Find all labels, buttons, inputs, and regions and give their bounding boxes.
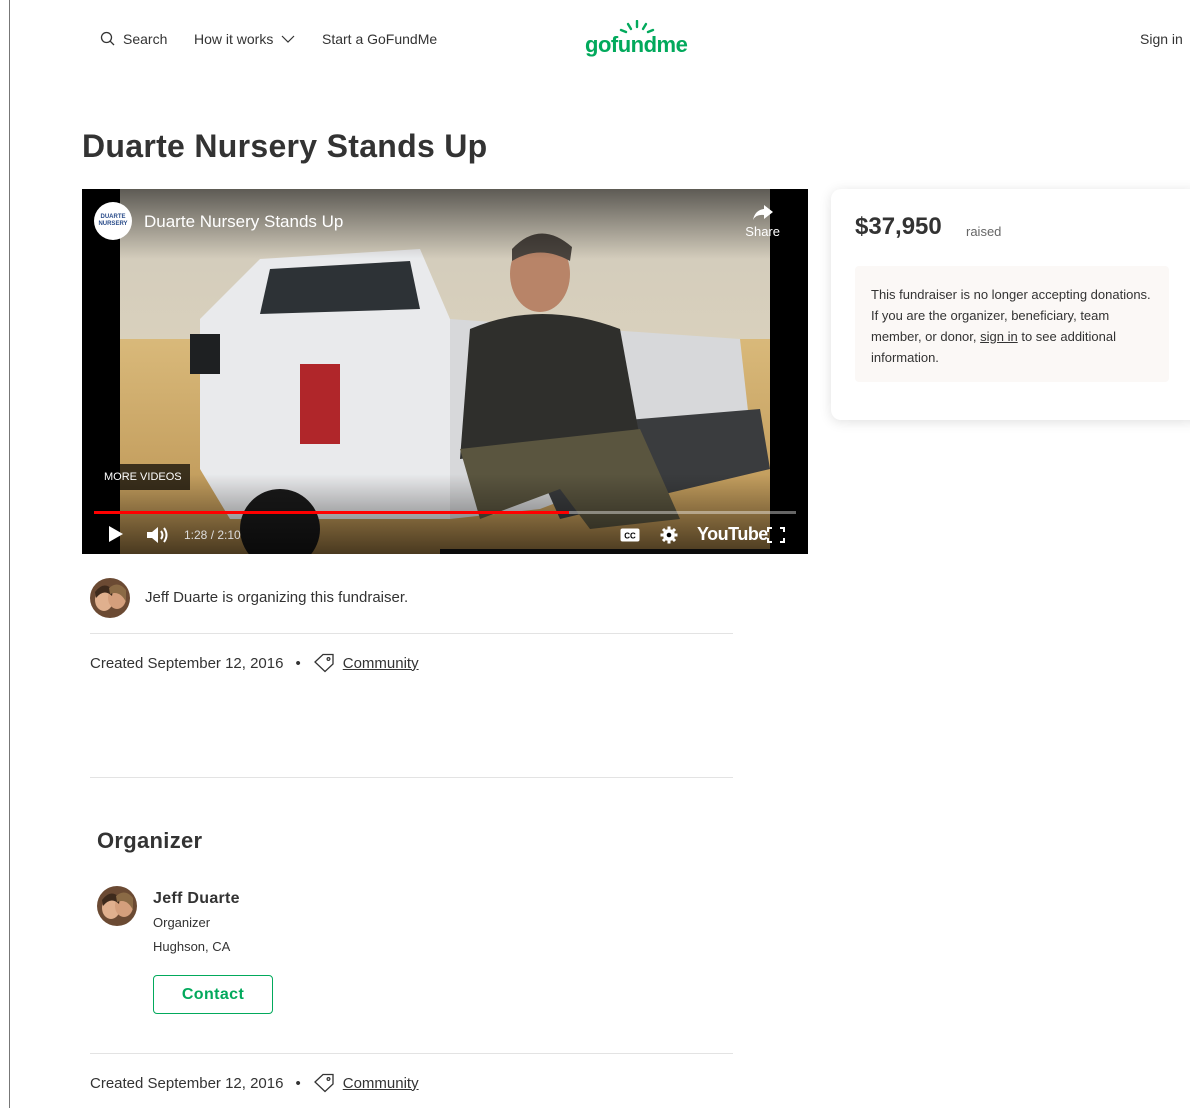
- created-date: Created September 12, 2016: [90, 654, 284, 672]
- organizer-name: Jeff Duarte: [153, 890, 240, 907]
- volume-icon[interactable]: [146, 525, 170, 545]
- channel-avatar[interactable]: DUARTE NURSERY: [94, 202, 132, 240]
- fullscreen-icon[interactable]: [767, 527, 785, 543]
- organizer-statement: Jeff Duarte is organizing this fundraise…: [145, 589, 409, 606]
- contact-button[interactable]: Contact: [153, 975, 273, 1014]
- more-videos-button[interactable]: MORE VIDEOS: [96, 464, 190, 490]
- share-button[interactable]: Share: [745, 203, 780, 239]
- logo-text: gofundme: [585, 32, 688, 57]
- start-gofundme-label: Start a GoFundMe: [322, 31, 438, 47]
- search-link[interactable]: Search: [100, 31, 167, 47]
- sign-in-link[interactable]: Sign in: [1140, 31, 1183, 47]
- closed-notice: This fundraiser is no longer accepting d…: [855, 266, 1169, 382]
- share-arrow-icon: [752, 205, 773, 220]
- settings-gear-icon[interactable]: [660, 526, 678, 544]
- channel-logo-text: DUARTE NURSERY: [98, 214, 128, 227]
- organizer-heading: Organizer: [97, 828, 203, 853]
- raised-label: raised: [966, 224, 1002, 239]
- meta-separator: •: [295, 1074, 301, 1092]
- play-icon[interactable]: [108, 525, 124, 543]
- video-progress-fill: [94, 511, 570, 514]
- start-gofundme-link[interactable]: Start a GoFundMe: [322, 31, 437, 47]
- organizer-avatar[interactable]: [90, 578, 130, 618]
- video-controls: 1:28 / 2:10 CC YouTube: [82, 519, 808, 553]
- how-it-works-menu[interactable]: How it works: [194, 31, 295, 47]
- video-player[interactable]: DUARTE NURSERY Duarte Nursery Stands Up …: [82, 189, 808, 554]
- video-timecode: 1:28 / 2:10: [184, 528, 241, 542]
- campaign-meta-footer: Created September 12, 2016 • Community: [90, 1073, 419, 1093]
- organizer-photo: [97, 886, 137, 926]
- svg-text:CC: CC: [624, 532, 636, 541]
- gofundme-logo[interactable]: gofundme: [585, 20, 695, 60]
- search-label: Search: [123, 31, 168, 47]
- category-link[interactable]: Community: [343, 1075, 419, 1092]
- organizer-avatar-large[interactable]: [97, 886, 137, 926]
- divider: [90, 777, 733, 778]
- page-left-border: [9, 0, 10, 1108]
- tag-icon: [313, 653, 334, 673]
- share-label: Share: [745, 224, 780, 239]
- organizer-photo: [90, 578, 130, 618]
- divider: [90, 1053, 733, 1054]
- sign-in-label: Sign in: [1140, 31, 1183, 47]
- video-progress-bar[interactable]: [94, 511, 796, 514]
- tag-icon: [313, 1073, 334, 1093]
- campaign-meta: Created September 12, 2016 • Community: [90, 653, 419, 673]
- raised-amount: $37,950: [855, 213, 942, 240]
- search-icon: [100, 31, 115, 46]
- captions-icon[interactable]: CC: [620, 528, 640, 542]
- created-date: Created September 12, 2016: [90, 1074, 284, 1092]
- video-title[interactable]: Duarte Nursery Stands Up: [144, 212, 343, 232]
- how-it-works-label: How it works: [194, 31, 274, 47]
- meta-separator: •: [295, 654, 301, 672]
- organizer-location: Hughson, CA: [153, 939, 231, 954]
- page-title: Duarte Nursery Stands Up: [82, 128, 488, 164]
- donation-card: $37,950 raised This fundraiser is no lon…: [831, 189, 1190, 420]
- category-link[interactable]: Community: [343, 655, 419, 672]
- sign-in-link-inline[interactable]: sign in: [980, 329, 1018, 344]
- organizer-role: Organizer: [153, 915, 211, 930]
- youtube-logo[interactable]: YouTube: [697, 524, 768, 545]
- divider: [90, 633, 733, 634]
- chevron-down-icon: [281, 35, 295, 43]
